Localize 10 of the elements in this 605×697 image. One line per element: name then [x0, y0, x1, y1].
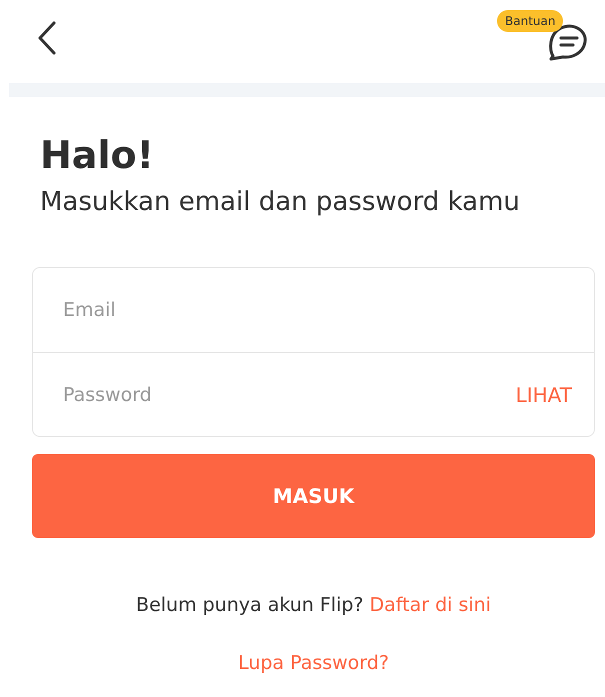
help-badge: Bantuan	[497, 10, 564, 32]
greeting-title: Halo!	[40, 133, 155, 177]
forgot-password-link[interactable]: Lupa Password?	[238, 652, 389, 674]
back-icon	[36, 20, 58, 56]
back-button[interactable]	[36, 20, 58, 56]
subtitle: Masukkan email dan password kamu	[40, 187, 521, 217]
signup-prompt: Belum punya akun Flip?	[136, 594, 364, 616]
show-password-button[interactable]: LIHAT	[516, 382, 572, 406]
signup-link[interactable]: Daftar di sini	[370, 594, 491, 616]
login-button[interactable]: MASUK	[32, 454, 595, 538]
